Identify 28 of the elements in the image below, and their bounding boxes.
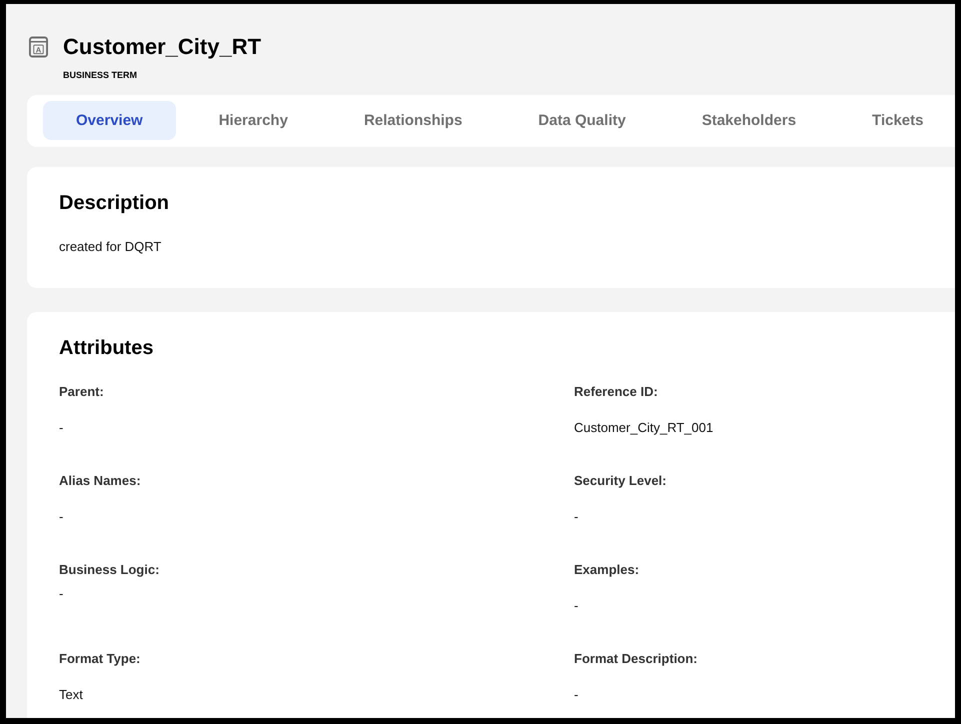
tab[interactable]: Relationships <box>330 101 496 140</box>
field-value: - <box>59 509 64 525</box>
field-label: Reference ID: <box>574 384 659 400</box>
field-value: - <box>574 687 580 703</box>
field-value: - <box>59 420 64 436</box>
field-value: Customer_City_RT_001 <box>574 420 714 436</box>
tab[interactable]: Hierarchy <box>186 101 321 140</box>
field-value: - <box>574 509 580 525</box>
field-label: Business Logic: <box>59 562 160 578</box>
letter-card-icon: A <box>29 36 48 58</box>
tab[interactable]: Tickets <box>839 101 955 140</box>
field-label: Examples: <box>574 562 640 578</box>
field-label: Format Type: <box>59 651 142 667</box>
field-label: Alias Names: <box>59 473 142 489</box>
field-label: Security Level: <box>574 473 668 489</box>
field-label: Format Description: <box>574 651 699 667</box>
section-title: Description <box>59 191 170 215</box>
tab[interactable]: Stakeholders <box>668 101 830 140</box>
section-title: Attributes <box>59 336 154 360</box>
field-value: - <box>574 598 580 614</box>
tab[interactable]: Data Quality <box>505 101 659 140</box>
field-value: Text <box>59 687 84 703</box>
item-type-label: BUSINESS TERM <box>63 69 138 81</box>
description-text: created for DQRT <box>59 239 162 255</box>
field-label: Parent: <box>59 384 105 400</box>
page-title: Customer_City_RT <box>63 33 262 61</box>
tab[interactable]: Overview <box>43 101 176 140</box>
field-value: - <box>59 586 64 602</box>
